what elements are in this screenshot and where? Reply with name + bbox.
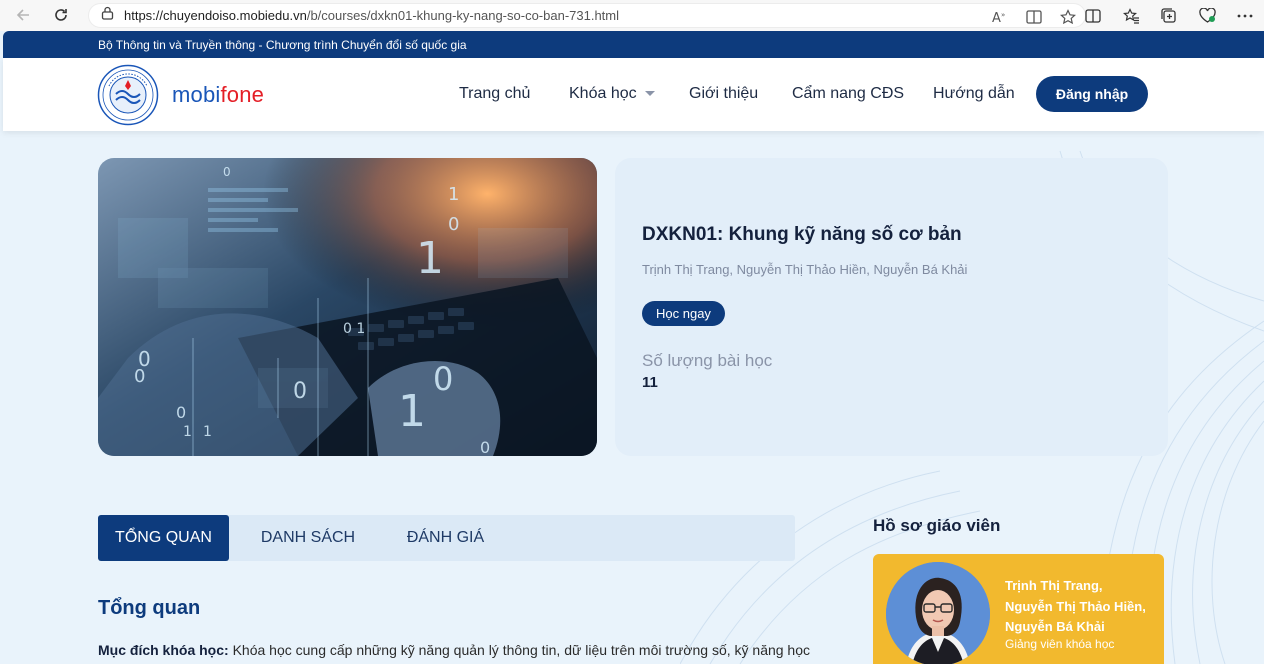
nav-home[interactable]: Trang chủ [459,85,530,103]
svg-text:1: 1 [203,424,212,440]
teacher-name-2: Nguyễn Thị Thảo Hiền, [1005,598,1146,614]
collections-icon[interactable] [1150,0,1188,31]
back-icon[interactable] [12,4,34,26]
nav-courses[interactable]: Khóa học [569,85,655,103]
svg-text:0: 0 [433,360,453,398]
nav-about[interactable]: Giới thiệu [689,85,758,103]
teacher-role: Giảng viên khóa học [1005,637,1115,651]
immersive-reader-icon[interactable] [1017,4,1051,29]
svg-text:1: 1 [183,424,192,440]
course-info-card: DXKN01: Khung kỹ năng số cơ bản Trịnh Th… [615,158,1168,456]
banner-text: Bộ Thông tin và Truyền thông - Chương tr… [98,37,467,52]
svg-text:1: 1 [416,233,444,284]
url-text: https://chuyendoiso.mobiedu.vn/b/courses… [124,8,620,23]
course-tabs: TỔNG QUAN DANH SÁCH ĐÁNH GIÁ [98,515,795,561]
login-button[interactable]: Đăng nhập [1036,76,1148,112]
site-header: mobifone Trang chủ Khóa học Giới thiệu C… [3,58,1264,131]
favorites-bar-icon[interactable] [1112,0,1150,31]
read-aloud-icon[interactable]: A» [983,4,1017,29]
nav-courses-label: Khóa học [569,85,637,102]
lock-icon[interactable] [101,6,114,25]
browser-toolbar: https://chuyendoiso.mobiedu.vn/b/courses… [0,0,1264,31]
svg-text:0: 0 [293,379,307,404]
tab-reviews[interactable]: ĐÁNH GIÁ [393,515,498,561]
purpose-label: Mục đích khóa học: [98,642,229,658]
address-bar[interactable]: https://chuyendoiso.mobiedu.vn/b/courses… [88,3,1086,28]
svg-text:0: 0 [134,366,145,387]
teacher-avatar [886,562,990,664]
chevron-down-icon [644,91,655,97]
svg-text:1: 1 [448,184,459,205]
teacher-profile-heading: Hồ sơ giáo viên [873,516,1001,535]
split-screen-icon[interactable] [1074,0,1112,31]
teacher-name-3: Nguyễn Bá Khải [1005,619,1105,634]
browser-essentials-icon[interactable] [1188,0,1226,31]
svg-text:0 1: 0 1 [343,321,365,337]
gov-banner: Bộ Thông tin và Truyền thông - Chương tr… [3,31,1264,58]
svg-text:A: A [992,11,1001,24]
lesson-count-label: Số lượng bài học [642,351,773,370]
course-cover-image: 1 0 0 0 0 1 0 0 0 1 1 0 1 1 0 [98,158,597,456]
svg-text:0: 0 [223,165,231,179]
teacher-name-1: Trịnh Thị Trang, [1005,578,1103,593]
teacher-card[interactable]: Trịnh Thị Trang, Nguyễn Thị Thảo Hiền, N… [873,554,1164,664]
nav-handbook[interactable]: Cẩm nang CĐS [792,85,904,103]
ministry-logo[interactable] [97,64,159,126]
learn-now-button[interactable]: Học ngay [642,301,725,326]
reload-icon[interactable] [50,4,72,26]
svg-text:0: 0 [176,403,186,422]
svg-text:0: 0 [480,438,490,456]
lesson-count-value: 11 [642,374,658,391]
svg-text:0: 0 [448,214,459,235]
tab-overview[interactable]: TỔNG QUAN [98,515,229,561]
more-options-icon[interactable] [1226,0,1264,31]
svg-text:»: » [1001,11,1005,19]
mobifone-logo[interactable]: mobifone [172,82,264,108]
teacher-names: Trịnh Thị Trang, Nguyễn Thị Thảo Hiền, N… [1005,576,1146,638]
nav-guide[interactable]: Hướng dẫn [933,85,1015,103]
purpose-text: Khóa học cung cấp những kỹ năng quản lý … [228,642,811,658]
tab-list[interactable]: DANH SÁCH [253,515,363,561]
course-purpose: Mục đích khóa học: Khóa học cung cấp nhữ… [98,642,810,658]
svg-text:1: 1 [398,386,426,437]
course-authors: Trịnh Thị Trang, Nguyễn Thị Thảo Hiền, N… [642,262,968,277]
course-title: DXKN01: Khung kỹ năng số cơ bản [642,224,962,245]
overview-heading: Tổng quan [98,597,201,619]
